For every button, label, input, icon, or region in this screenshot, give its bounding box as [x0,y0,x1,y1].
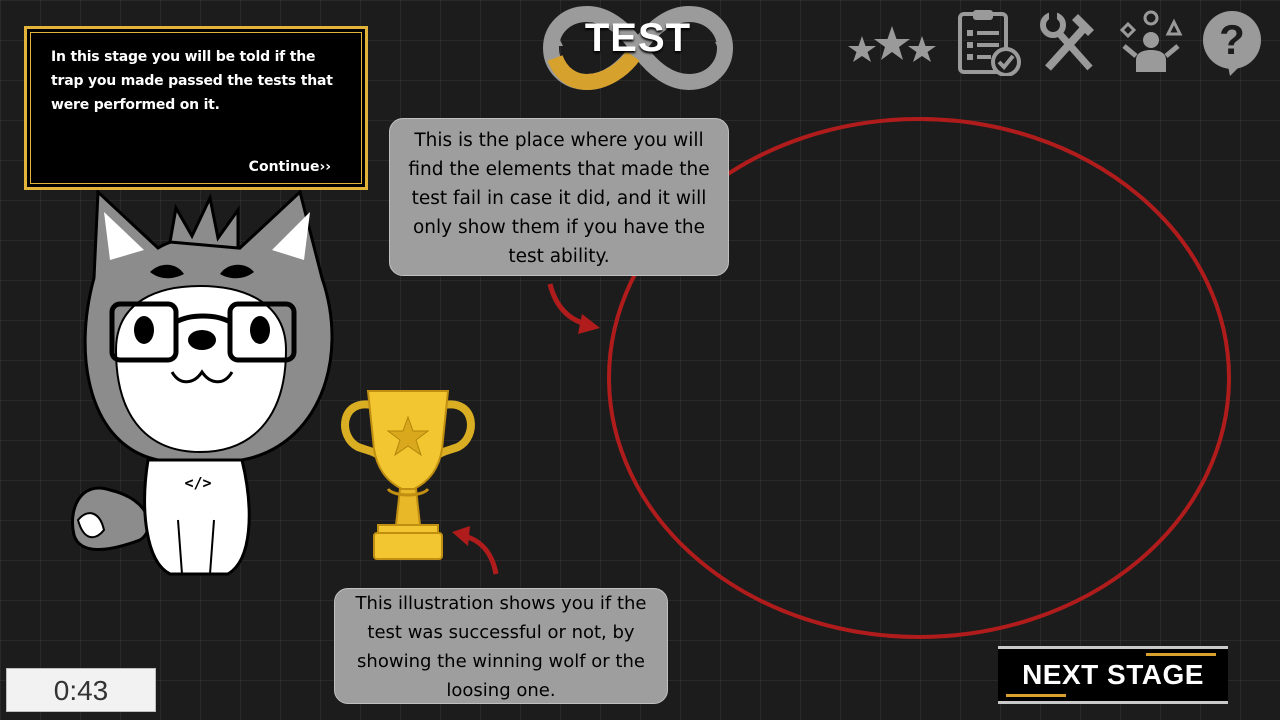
callout-illustration: This illustration shows you if the test … [334,588,668,704]
next-stage-button[interactable]: NEXT STAGE [998,646,1228,704]
tools-graphic [1040,12,1094,71]
wolf-mascot-illustration: </> [71,188,334,576]
next-stage-label: NEXT STAGE [1022,659,1204,690]
help-glyph: ? [1219,16,1245,63]
stars-graphic [848,26,936,62]
stars-icon[interactable] [846,8,938,76]
stage-logo: TEST [542,4,734,92]
mascot-shirt-text: </> [184,474,211,492]
arrow-to-area [546,280,606,340]
skills-icon[interactable] [1118,8,1184,76]
dialog-frame: In this stage you will be told if the tr… [30,32,362,184]
dialog-text: In this stage you will be told if the tr… [51,49,333,113]
arrow-to-trophy [448,518,504,578]
checklist-graphic [958,10,1021,77]
checklist-icon[interactable] [956,8,1024,77]
curved-arrow-icon [547,283,600,334]
curved-arrow-icon [452,526,499,575]
timer: 0:43 [6,668,156,712]
tools-icon[interactable] [1040,8,1100,76]
callout-elements-area: This is the place where you will find th… [389,118,729,276]
wolf-mascot: </> [60,188,350,585]
continue-button[interactable]: Continue›› [249,159,331,175]
help-bubble-graphic: ? [1203,11,1261,76]
skills-graphic [1119,10,1183,72]
help-icon[interactable]: ? [1200,8,1266,76]
stage-title: TEST [584,16,692,60]
tutorial-dialog: In this stage you will be told if the tr… [24,26,368,190]
